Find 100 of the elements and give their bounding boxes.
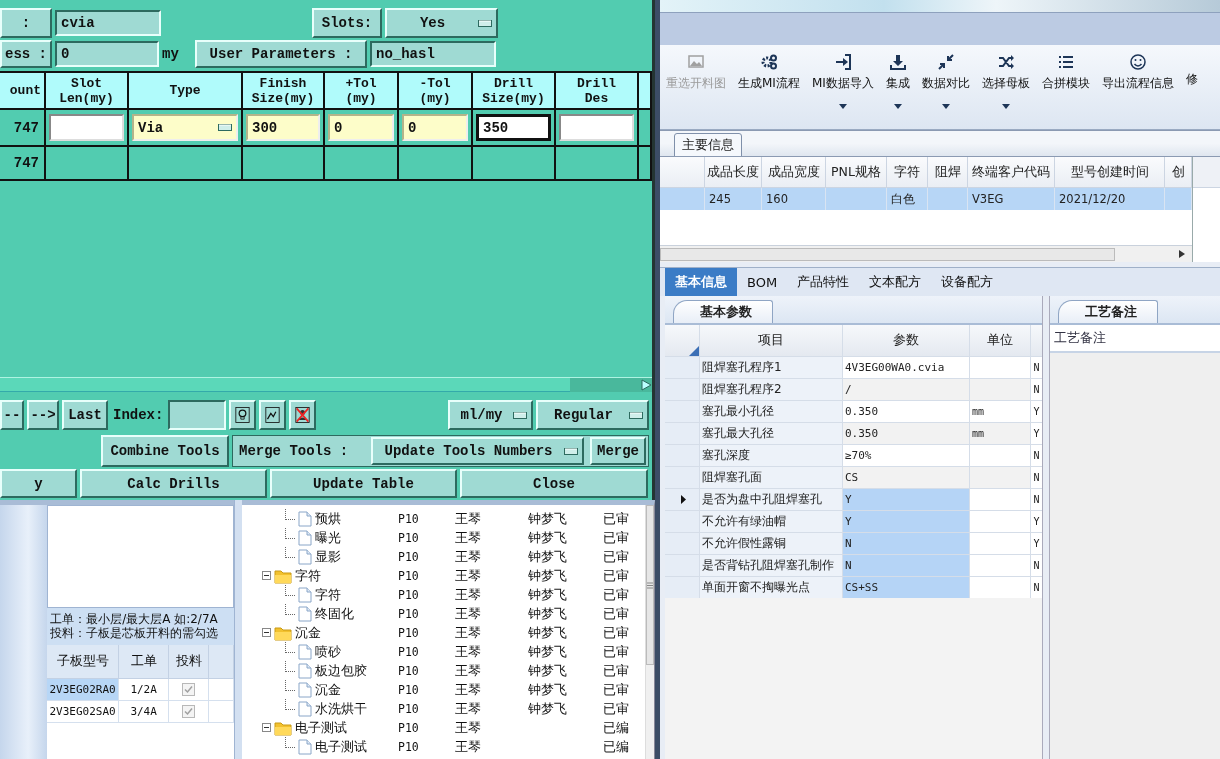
table-cell	[826, 188, 887, 210]
table-cell-text: 已编	[603, 718, 630, 737]
table-cell-text: 钟梦飞	[528, 585, 568, 604]
type-dropdown[interactable]: Via	[132, 114, 238, 141]
tree-item[interactable]: 沉金	[295, 623, 321, 642]
text-field[interactable]: cvia	[55, 10, 161, 36]
action-button[interactable]: y	[0, 469, 77, 498]
table-cell: 3/4A	[119, 701, 170, 723]
table-cell[interactable]: /	[843, 379, 969, 400]
input-field[interactable]	[168, 400, 227, 430]
table-cell-text: 已审	[603, 661, 630, 680]
hint-text: 投料：子板是芯板开料的需勾选	[50, 626, 220, 640]
table-cell[interactable]: 0.350	[843, 401, 969, 422]
tab[interactable]: 基本参数	[673, 300, 773, 323]
tree-item[interactable]: 电子测试	[295, 718, 347, 737]
input-field[interactable]: 0	[328, 114, 394, 141]
row-header[interactable]	[665, 489, 699, 510]
toolbar-button[interactable]: 导出流程信息	[1095, 45, 1180, 129]
table-row[interactable]: 245 160 白色 V3EG 2021/12/20	[660, 188, 1192, 210]
table-cell: 阻焊塞孔程序2	[700, 379, 842, 400]
tab[interactable]: 基本信息	[665, 268, 737, 296]
input-field[interactable]: 0	[402, 114, 468, 141]
table-cell-text: P10	[398, 549, 420, 564]
table-cell[interactable]: N	[843, 555, 969, 576]
table-cell: N	[1031, 357, 1042, 378]
vertical-scrollbar[interactable]	[645, 505, 654, 759]
tree-item[interactable]: 字符	[315, 585, 341, 604]
table-cell-text: P10	[398, 663, 420, 678]
tree-item[interactable]: 板边包胶	[315, 661, 367, 680]
table-cell[interactable]: CS+SS	[843, 577, 969, 598]
combine-tools-button[interactable]: Combine Tools	[101, 435, 229, 467]
action-button[interactable]: Calc Drills	[80, 469, 267, 498]
table-cell[interactable]: ≥70%	[843, 445, 969, 466]
tree-item[interactable]: 沉金	[315, 680, 341, 699]
nav-button[interactable]: Last	[62, 400, 108, 430]
folder-icon	[274, 719, 292, 736]
action-button[interactable]: Close	[460, 469, 648, 498]
tree-item[interactable]: 显影	[315, 547, 341, 566]
dropdown-icon	[478, 19, 492, 27]
toolbar-button[interactable]: 集成	[879, 45, 916, 129]
dropdown-icon	[218, 124, 232, 131]
table-cell-text: 王琴	[455, 528, 482, 547]
toolbar-button[interactable]: 数据对比	[915, 45, 976, 129]
text-field[interactable]: no_hasl	[370, 41, 496, 67]
tree-item[interactable]: 水洗烘干	[315, 699, 367, 718]
table-cell[interactable]: 4V3EG00WA0.cvia	[843, 357, 969, 378]
table-cell[interactable]: CS	[843, 467, 969, 488]
table-cell[interactable]: 2V3EG02RA0	[47, 679, 120, 701]
tab[interactable]: BOM	[737, 268, 788, 296]
table-cell[interactable]: N	[843, 533, 969, 554]
merge-dropdown[interactable]: Update Tools Numbers	[371, 437, 584, 465]
table-cell-text: 已审	[603, 642, 630, 661]
text-field[interactable]: 0	[55, 41, 159, 67]
table-cell-text: 已审	[603, 680, 630, 699]
table-cell-text: P10	[398, 625, 420, 640]
toolbar-button[interactable]: 生成MI流程	[732, 45, 806, 129]
table-cell: 塞孔深度	[700, 445, 842, 466]
tree-item[interactable]: 预烘	[315, 509, 341, 528]
delete-button[interactable]	[289, 400, 317, 430]
tab[interactable]: 工艺备注	[1058, 300, 1158, 323]
table-cell[interactable]: 0.350	[843, 423, 969, 444]
nav-button[interactable]: --	[0, 400, 24, 430]
nav-button[interactable]: -->	[27, 400, 59, 430]
tree-item[interactable]: 电子测试	[315, 737, 367, 756]
tree-item[interactable]: 终固化	[315, 604, 354, 623]
toolbar-button[interactable]: 选择母板	[975, 45, 1036, 129]
tree-item[interactable]: 字符	[295, 566, 321, 585]
merge-button[interactable]: Merge	[590, 437, 646, 465]
table-cell: Y	[1031, 533, 1042, 554]
unit-dropdown[interactable]: ml/my	[448, 400, 533, 430]
horizontal-scrollbar[interactable]	[0, 377, 652, 392]
horizontal-scrollbar[interactable]	[660, 245, 1192, 262]
column-header: 参数	[843, 325, 969, 356]
table-cell-text: P10	[398, 568, 420, 583]
splitter[interactable]	[234, 500, 242, 759]
toolbar-button[interactable]: 修	[1179, 45, 1204, 129]
document-icon	[298, 586, 312, 603]
toolbar-button[interactable]: 合拼模块	[1035, 45, 1096, 129]
tab[interactable]: 设备配方	[931, 268, 1004, 296]
index-label: Index:	[113, 407, 164, 423]
table-cell[interactable]: Y	[843, 511, 969, 532]
user-parameters-button[interactable]: User Parameters :	[195, 40, 367, 68]
input-field[interactable]: 350	[476, 114, 551, 141]
lightbulb-button[interactable]	[229, 400, 257, 430]
table-cell[interactable]: 2V3EG02SA0	[47, 701, 120, 723]
tree-item[interactable]: 曝光	[315, 528, 341, 547]
toolbar-button[interactable]: MI数据导入	[805, 45, 880, 129]
tree-item[interactable]: 喷砂	[315, 642, 341, 661]
table-cell-text: 王琴	[455, 699, 482, 718]
action-button[interactable]: Update Table	[270, 469, 457, 498]
mode-dropdown[interactable]: Regular	[536, 400, 649, 430]
checkbox[interactable]	[182, 705, 196, 718]
checkbox[interactable]	[182, 683, 196, 696]
tab[interactable]: 文本配方	[859, 268, 932, 296]
tab[interactable]: 主要信息	[674, 133, 742, 157]
slots-dropdown[interactable]: Yes	[385, 8, 498, 38]
tab[interactable]: 产品特性	[787, 268, 860, 296]
table-cell-text: 王琴	[455, 623, 482, 642]
input-field[interactable]: 300	[246, 114, 320, 141]
table-cell[interactable]: Y	[843, 489, 969, 510]
